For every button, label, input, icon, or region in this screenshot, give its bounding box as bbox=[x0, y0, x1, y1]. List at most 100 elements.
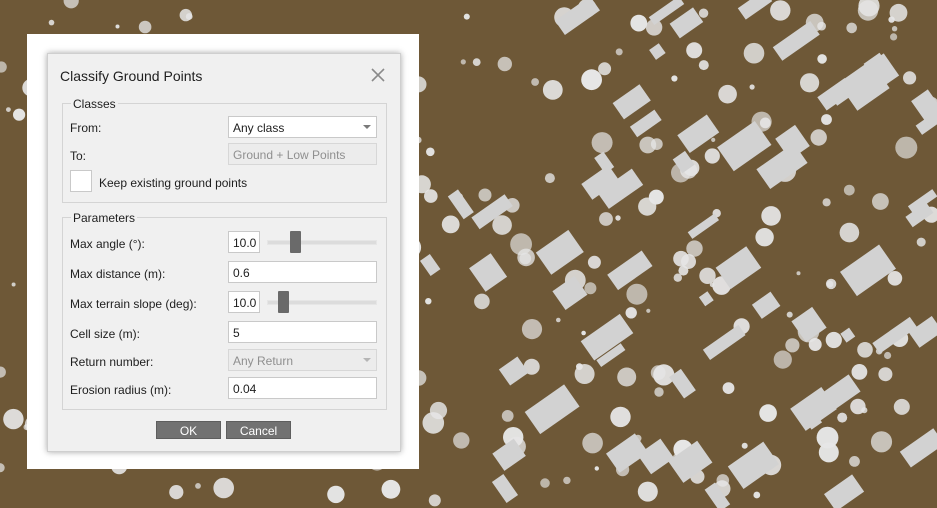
tree-blob bbox=[817, 54, 827, 64]
tree-blob bbox=[213, 477, 234, 499]
max-slope-input[interactable]: 10.0 bbox=[228, 291, 260, 313]
classes-legend: Classes bbox=[71, 97, 118, 111]
tree-blob bbox=[521, 319, 543, 340]
max-angle-slider-track[interactable] bbox=[267, 240, 377, 245]
tree-blob bbox=[0, 463, 5, 473]
tree-blob bbox=[576, 363, 583, 370]
tree-blob bbox=[625, 307, 637, 319]
tree-blob bbox=[843, 184, 855, 196]
tree-blob bbox=[544, 173, 555, 184]
building-block bbox=[824, 474, 865, 508]
max-distance-input[interactable]: 0.6 bbox=[228, 261, 377, 283]
tree-blob bbox=[327, 485, 345, 504]
tree-blob bbox=[0, 61, 7, 73]
tree-blob bbox=[195, 483, 201, 489]
tree-blob bbox=[822, 198, 831, 207]
tree-blob bbox=[582, 432, 603, 454]
building-block bbox=[649, 43, 666, 60]
tree-blob bbox=[441, 215, 460, 234]
tree-blob bbox=[422, 412, 445, 434]
cancel-button[interactable]: Cancel bbox=[226, 421, 291, 439]
building-block bbox=[555, 0, 600, 35]
tree-blob bbox=[63, 0, 79, 9]
max-angle-input[interactable]: 10.0 bbox=[228, 231, 260, 253]
max-slope-slider-thumb[interactable] bbox=[277, 291, 289, 313]
tree-blob bbox=[704, 148, 720, 164]
building-block bbox=[791, 306, 827, 343]
tree-blob bbox=[0, 366, 6, 378]
tree-blob bbox=[428, 494, 441, 507]
tree-blob bbox=[851, 364, 868, 380]
tree-blob bbox=[786, 311, 793, 318]
return-number-value: Any Return bbox=[233, 354, 294, 368]
tree-blob bbox=[425, 298, 432, 305]
tree-blob bbox=[474, 293, 490, 310]
keep-existing-label: Keep existing ground points bbox=[99, 176, 248, 190]
tree-blob bbox=[887, 271, 903, 286]
tree-blob bbox=[872, 193, 889, 210]
tree-blob bbox=[796, 271, 801, 276]
tree-blob bbox=[817, 21, 826, 31]
tree-blob bbox=[903, 71, 917, 85]
tree-blob bbox=[615, 215, 621, 221]
tree-blob bbox=[722, 382, 735, 394]
from-label: From: bbox=[70, 121, 102, 135]
building-block bbox=[491, 473, 519, 503]
tree-blob bbox=[850, 398, 866, 415]
tree-blob bbox=[753, 491, 761, 499]
max-angle-label: Max angle (°): bbox=[70, 237, 145, 251]
from-select[interactable]: Any class bbox=[228, 116, 377, 138]
tree-blob bbox=[895, 136, 918, 159]
building-block bbox=[447, 189, 474, 220]
tree-blob bbox=[617, 367, 637, 387]
tree-blob bbox=[839, 222, 860, 243]
tree-blob bbox=[741, 442, 748, 449]
chevron-down-icon bbox=[363, 358, 371, 362]
building-block bbox=[751, 291, 781, 319]
tree-blob bbox=[773, 350, 792, 369]
tree-blob bbox=[542, 80, 563, 100]
building-block bbox=[524, 384, 580, 435]
max-angle-slider-thumb[interactable] bbox=[290, 231, 302, 253]
tree-blob bbox=[594, 466, 599, 471]
tree-blob bbox=[138, 20, 152, 34]
building-block bbox=[420, 254, 441, 277]
building-block bbox=[908, 315, 937, 348]
tree-blob bbox=[698, 60, 709, 71]
tree-blob bbox=[460, 59, 466, 65]
tree-blob bbox=[671, 75, 678, 82]
tree-blob bbox=[711, 137, 716, 142]
tree-blob bbox=[472, 58, 481, 66]
tree-blob bbox=[816, 426, 839, 449]
to-select: Ground + Low Points bbox=[228, 143, 377, 165]
building-block bbox=[535, 229, 584, 275]
tree-blob bbox=[13, 108, 26, 121]
ok-button[interactable]: OK bbox=[156, 421, 221, 439]
tree-blob bbox=[497, 56, 512, 72]
tree-blob bbox=[563, 476, 571, 485]
keep-existing-checkbox[interactable] bbox=[70, 170, 92, 192]
close-icon[interactable] bbox=[370, 67, 386, 83]
return-number-select: Any Return bbox=[228, 349, 377, 371]
erosion-radius-input[interactable]: 0.04 bbox=[228, 377, 377, 399]
tree-blob bbox=[891, 26, 898, 32]
tree-blob bbox=[115, 24, 120, 29]
tree-blob bbox=[478, 188, 492, 202]
cell-size-input[interactable]: 5 bbox=[228, 321, 377, 343]
tree-blob bbox=[826, 280, 834, 288]
building-block bbox=[629, 109, 662, 138]
tree-blob bbox=[673, 273, 682, 282]
max-distance-label: Max distance (m): bbox=[70, 267, 166, 281]
tree-blob bbox=[878, 367, 893, 382]
building-block bbox=[772, 20, 820, 61]
tree-blob bbox=[598, 62, 612, 76]
tree-blob bbox=[916, 237, 926, 247]
tree-blob bbox=[821, 114, 832, 125]
from-select-value: Any class bbox=[233, 121, 285, 135]
classify-ground-dialog: Classify Ground Points Classes From: Any… bbox=[47, 53, 401, 452]
tree-blob bbox=[698, 8, 709, 18]
building-block bbox=[498, 356, 529, 386]
to-label: To: bbox=[70, 149, 87, 163]
tree-blob bbox=[870, 431, 893, 453]
chevron-down-icon bbox=[363, 125, 371, 129]
